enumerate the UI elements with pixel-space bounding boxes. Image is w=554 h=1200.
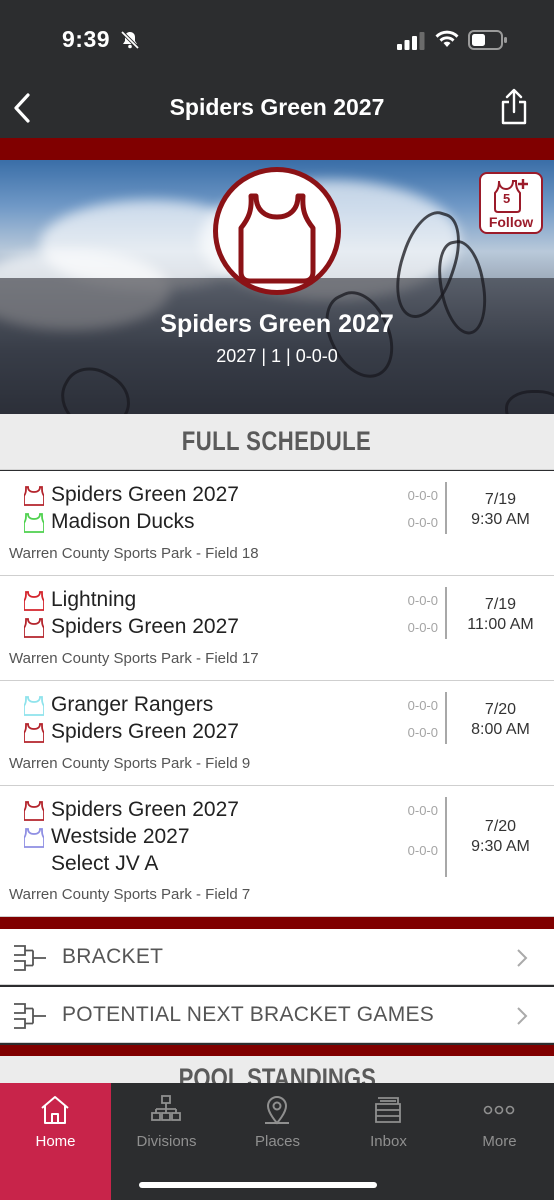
status-time: 9:39 (62, 26, 111, 52)
game-time: 9:30 AM (471, 838, 530, 855)
team-name: Spiders Green 2027 (51, 798, 239, 821)
team-name: Spiders Green 2027 (51, 483, 239, 506)
tab-home[interactable]: Home (0, 1083, 111, 1200)
share-icon[interactable] (498, 88, 530, 126)
more-icon (483, 1105, 515, 1115)
home-indicator (139, 1182, 377, 1188)
chevron-right-icon (517, 949, 528, 967)
battery-icon (468, 30, 507, 50)
game-time: 11:00 AM (467, 616, 534, 633)
jersey-icon (24, 801, 44, 821)
jersey-icon (24, 486, 44, 506)
tab-label: Divisions (136, 1133, 197, 1150)
bracket-icon (14, 1003, 46, 1029)
game-date: 7/19 (484, 491, 517, 508)
divisions-icon (151, 1095, 181, 1121)
team-name: Spiders Green 2027 (51, 615, 239, 638)
bell-muted-icon (120, 30, 140, 50)
game-card[interactable]: Lightning Spiders Green 2027 0-0-0 0-0-0… (0, 576, 554, 681)
team-record: 0-0-0 (407, 725, 438, 740)
team-record: 0-0-0 (407, 843, 438, 858)
team-record: 0-0-0 (407, 803, 438, 818)
jersey-icon (24, 618, 44, 638)
team-name-line2: Select JV A (51, 852, 159, 875)
jersey-icon (24, 828, 44, 848)
game-date: 7/20 (484, 818, 517, 835)
team-name: Spiders Green 2027 (51, 720, 239, 743)
schedule-header: FULL SCHEDULE (0, 414, 554, 470)
game-venue: Warren County Sports Park - Field 9 (9, 755, 251, 772)
divider (445, 797, 447, 877)
tab-more[interactable]: More (444, 1083, 554, 1200)
game-card[interactable]: Spiders Green 2027 Westside 2027 Select … (0, 786, 554, 917)
game-card[interactable]: Granger Rangers Spiders Green 2027 0-0-0… (0, 681, 554, 786)
brand-band (0, 138, 554, 160)
bracket-icon (14, 945, 46, 971)
bracket-label: BRACKET (62, 945, 164, 968)
follow-button[interactable]: 5 Follow (479, 172, 543, 234)
team-record: 0-0-0 (407, 698, 438, 713)
team-record: 0-0-0 (407, 620, 438, 635)
chevron-right-icon (517, 1007, 528, 1025)
jersey-icon (238, 193, 316, 284)
game-card[interactable]: Spiders Green 2027 Madison Ducks 0-0-0 0… (0, 471, 554, 576)
pool-standings-header: POOL STANDINGS (0, 1056, 554, 1083)
team-name: Westside 2027 (51, 825, 190, 848)
team-subtitle: 2027 | 1 | 0-0-0 (216, 346, 338, 366)
game-date: 7/20 (484, 701, 517, 718)
home-icon (41, 1096, 69, 1124)
team-record: 0-0-0 (407, 515, 438, 530)
team-name: Madison Ducks (51, 510, 195, 533)
game-date: 7/19 (484, 596, 517, 613)
follow-count: 5 (503, 191, 511, 206)
game-venue: Warren County Sports Park - Field 7 (9, 886, 251, 903)
wifi-icon (435, 30, 459, 47)
brand-band (0, 917, 554, 929)
team-record: 0-0-0 (407, 593, 438, 608)
tab-label: Inbox (370, 1133, 407, 1150)
team-name: Spiders Green 2027 (160, 310, 394, 338)
tab-label: Home (35, 1133, 76, 1150)
signal-icon (397, 32, 425, 50)
team-hero: 5 Follow Spiders Green 2027 2027 | 1 | 0… (0, 160, 554, 414)
follow-label: Follow (488, 214, 534, 230)
game-venue: Warren County Sports Park - Field 17 (9, 650, 259, 667)
game-time: 8:00 AM (471, 721, 530, 738)
jersey-icon (24, 513, 44, 533)
team-logo (213, 167, 341, 295)
tab-label: More (482, 1133, 517, 1150)
team-name: Lightning (51, 588, 137, 611)
schedule-title: FULL SCHEDULE (182, 426, 372, 456)
jersey-icon (24, 723, 44, 743)
game-venue: Warren County Sports Park - Field 18 (9, 545, 259, 562)
team-name: Granger Rangers (51, 693, 214, 716)
bracket-link[interactable]: BRACKET (0, 929, 554, 985)
tab-label: Places (254, 1133, 301, 1150)
inbox-icon (375, 1097, 401, 1123)
status-bar: 9:39 (0, 0, 554, 80)
jersey-icon (24, 591, 44, 611)
map-pin-icon (265, 1096, 289, 1125)
jersey-icon (24, 696, 44, 716)
pool-standings-title: POOL STANDINGS (178, 1063, 376, 1083)
potential-bracket-games-link[interactable]: POTENTIAL NEXT BRACKET GAMES (0, 987, 554, 1043)
page-title: Spiders Green 2027 (169, 94, 385, 120)
team-record: 0-0-0 (407, 488, 438, 503)
nav-bar: Spiders Green 2027 (0, 80, 554, 138)
potential-games-label: POTENTIAL NEXT BRACKET GAMES (62, 1003, 435, 1026)
follow-jersey-icon (494, 179, 528, 213)
brand-band (0, 1045, 554, 1056)
game-time: 9:30 AM (471, 511, 530, 528)
